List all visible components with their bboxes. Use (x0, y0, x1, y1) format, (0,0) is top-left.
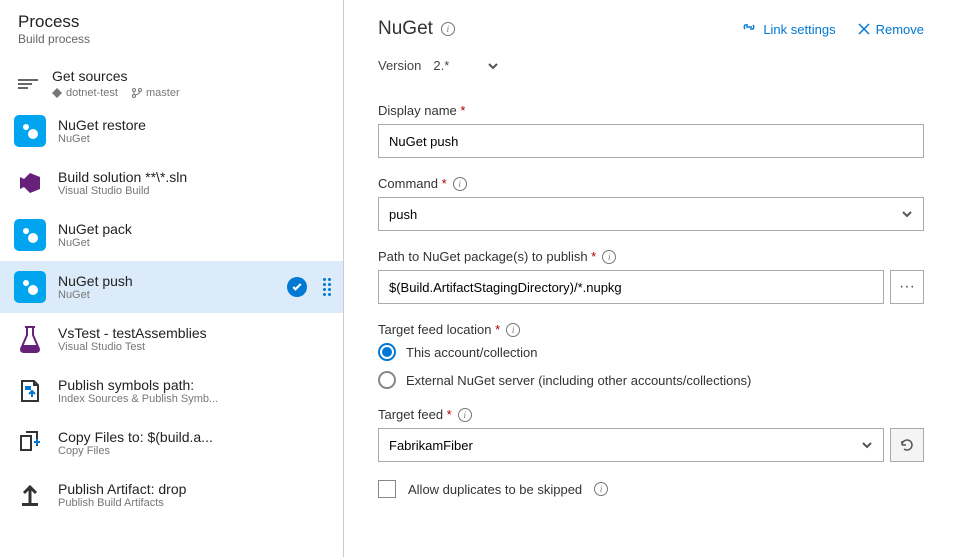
task-row-copy-files-to-build-a[interactable]: Copy Files to: $(build.a...Copy Files (0, 417, 343, 469)
branch-icon (132, 88, 142, 98)
task-title: Publish symbols path: (58, 377, 218, 393)
nuget-icon (14, 271, 46, 303)
task-subtitle: Index Sources & Publish Symb... (58, 393, 218, 405)
drag-handle-icon[interactable] (323, 278, 331, 296)
nuget-icon (14, 115, 46, 147)
browse-button[interactable]: ··· (890, 270, 924, 304)
vs-icon (14, 167, 46, 199)
task-title: NuGet push (58, 273, 133, 289)
flask-icon (14, 323, 46, 355)
display-name-label: Display name (378, 103, 465, 118)
get-sources-row[interactable]: Get sources dotnet-test master (0, 54, 343, 105)
get-sources-icon (18, 79, 38, 89)
upload-icon (14, 479, 46, 511)
task-subtitle: NuGet (58, 289, 133, 301)
task-row-publish-artifact-drop[interactable]: Publish Artifact: dropPublish Build Arti… (0, 469, 343, 521)
repo-icon (52, 88, 62, 98)
chevron-down-icon (487, 60, 499, 72)
link-icon (741, 22, 757, 36)
copy-icon (14, 427, 46, 459)
task-row-nuget-restore[interactable]: NuGet restoreNuGet (0, 105, 343, 157)
command-label: Command (378, 176, 447, 191)
info-icon[interactable]: i (458, 408, 472, 422)
get-sources-meta: dotnet-test master (52, 87, 180, 99)
info-icon[interactable]: i (453, 177, 467, 191)
process-header: Process Build process (0, 0, 343, 54)
command-select[interactable]: push (378, 197, 924, 231)
version-row: Version 2.* (378, 54, 924, 77)
task-detail-panel: NuGet i Link settings Remove Version 2.*… (344, 0, 958, 557)
refresh-icon (899, 437, 915, 453)
task-title: Publish Artifact: drop (58, 481, 186, 497)
task-subtitle: Publish Build Artifacts (58, 497, 186, 509)
display-name-input[interactable] (378, 124, 924, 158)
task-title: Build solution **\*.sln (58, 169, 187, 185)
allow-duplicates-checkbox[interactable] (378, 480, 396, 498)
task-subtitle: Copy Files (58, 445, 213, 457)
target-feed-select[interactable]: FabrikamFiber (378, 428, 884, 462)
task-title: NuGet pack (58, 221, 132, 237)
process-panel: Process Build process Get sources dotnet… (0, 0, 344, 557)
version-dropdown[interactable]: 2.* (433, 54, 499, 77)
task-title: VsTest - testAssemblies (58, 325, 207, 341)
chevron-down-icon (901, 208, 913, 220)
get-sources-label: Get sources (52, 68, 180, 84)
info-icon[interactable]: i (594, 482, 608, 496)
info-icon[interactable]: i (602, 250, 616, 264)
link-settings-button[interactable]: Link settings (741, 22, 835, 37)
nuget-icon (14, 219, 46, 251)
target-feed-label: Target feed (378, 407, 452, 422)
close-icon (858, 23, 870, 35)
remove-button[interactable]: Remove (858, 22, 924, 37)
task-row-build-solution-sln[interactable]: Build solution **\*.slnVisual Studio Bui… (0, 157, 343, 209)
task-title: Copy Files to: $(build.a... (58, 429, 213, 445)
target-radio-external[interactable]: External NuGet server (including other a… (378, 371, 924, 389)
task-title: NuGet restore (58, 117, 146, 133)
target-radio-this-account[interactable]: This account/collection (378, 343, 924, 361)
refresh-button[interactable] (890, 428, 924, 462)
chevron-down-icon (861, 439, 873, 451)
task-subtitle: NuGet (58, 237, 132, 249)
task-subtitle: NuGet (58, 133, 146, 145)
info-icon[interactable]: i (441, 22, 455, 36)
task-row-nuget-pack[interactable]: NuGet packNuGet (0, 209, 343, 261)
task-subtitle: Visual Studio Build (58, 185, 187, 197)
allow-duplicates-row[interactable]: Allow duplicates to be skipped i (378, 480, 924, 498)
selected-check-icon (287, 277, 307, 297)
path-input[interactable] (378, 270, 884, 304)
info-icon[interactable]: i (506, 323, 520, 337)
detail-title: NuGet i (378, 18, 455, 40)
task-subtitle: Visual Studio Test (58, 341, 207, 353)
path-label: Path to NuGet package(s) to publish (378, 249, 596, 264)
process-subtitle: Build process (18, 32, 325, 46)
publish-symbols-icon (14, 375, 46, 407)
task-row-publish-symbols-path[interactable]: Publish symbols path:Index Sources & Pub… (0, 365, 343, 417)
task-row-vstest-testassemblies[interactable]: VsTest - testAssembliesVisual Studio Tes… (0, 313, 343, 365)
task-row-nuget-push[interactable]: NuGet pushNuGet (0, 261, 343, 313)
process-title: Process (18, 12, 325, 32)
target-location-label: Target feed location (378, 322, 500, 337)
